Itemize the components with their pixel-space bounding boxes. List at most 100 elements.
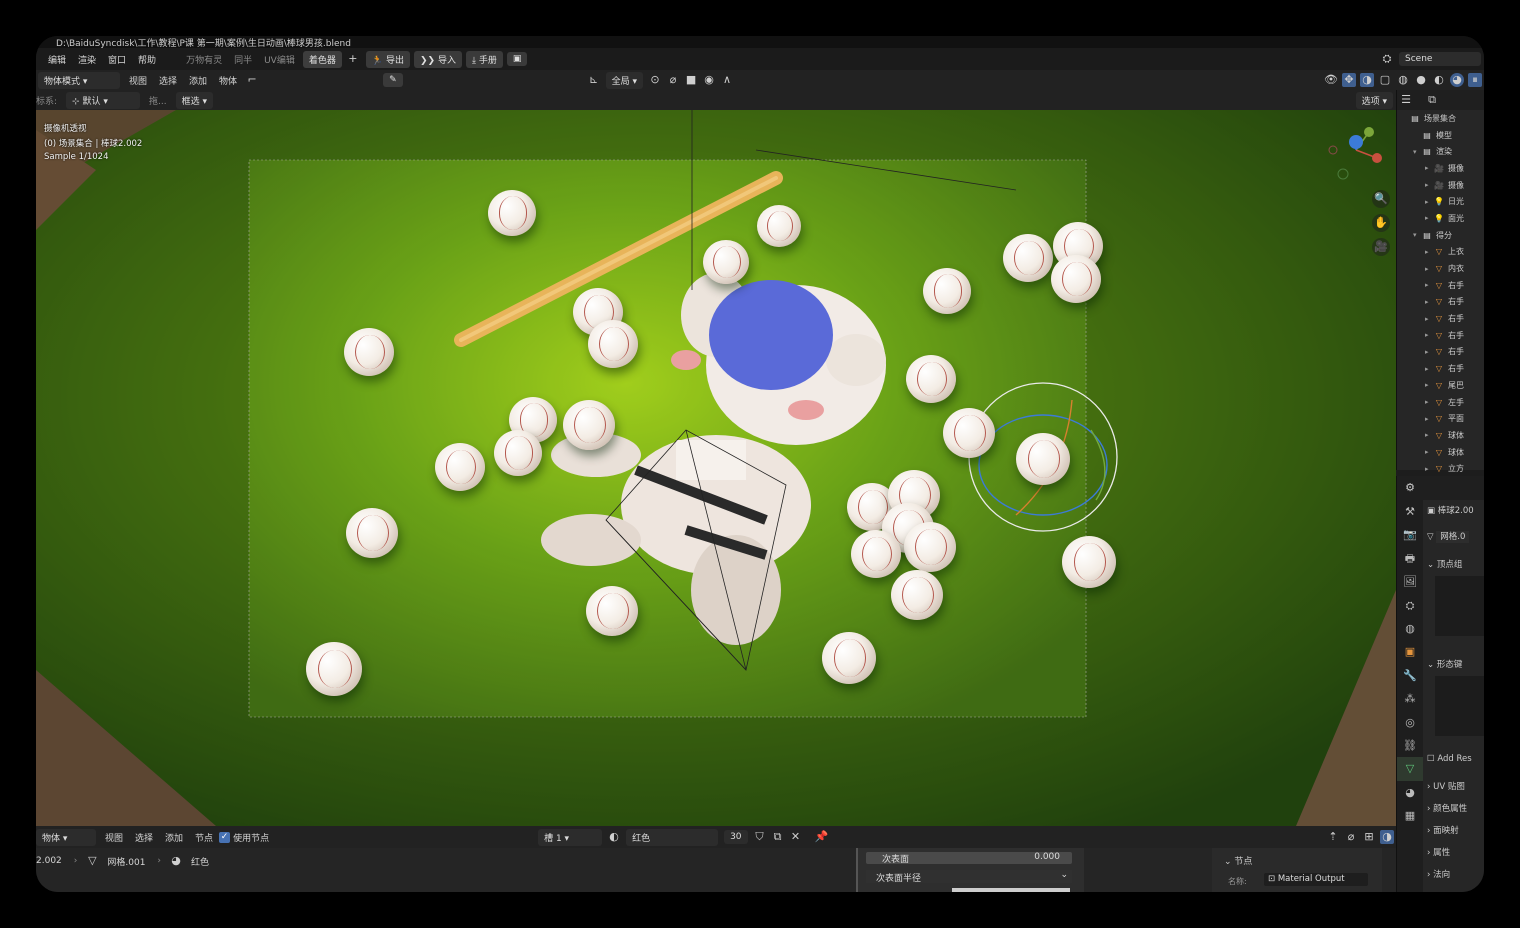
principled-node-panel[interactable]: 次表面 0.000 次表面半径 ⌄ <box>856 848 1084 892</box>
properties-editor-icon[interactable]: ⚙ <box>1403 481 1417 495</box>
overlay-icon[interactable]: ◑ <box>1360 73 1374 87</box>
drag-dropdown[interactable]: 框选 ▾ <box>175 91 214 109</box>
outliner-item[interactable]: ▸▽ 立方 <box>1397 460 1484 477</box>
shader-node-editor[interactable]: 物体 ▾ 视图 选择 添加 节点 ✓ 使用节点 槽 1 ▾ ◐ 红色 30 ⛉ … <box>36 826 1396 892</box>
outliner-item[interactable]: ▸ 🎥 摄像 <box>1397 177 1484 194</box>
mode-dropdown[interactable]: 物体模式 ▾ <box>38 71 120 89</box>
eyedropper-icon[interactable]: ✎ <box>383 73 403 87</box>
proportional-edit-icon[interactable]: ◉ <box>702 73 716 87</box>
manual-button[interactable]: ⤓ 手册 <box>465 50 503 68</box>
workspace-tab-2[interactable]: UV编辑 <box>258 53 301 66</box>
uv-maps-section[interactable]: › UV 贴图 <box>1427 780 1484 792</box>
node-sidebar[interactable]: ⌄ 节点 名称: ⊡ Material Output <box>1212 848 1382 892</box>
collapse-arrow-icon[interactable]: ▸ <box>1425 281 1433 289</box>
menu-window[interactable]: 窗口 <box>102 53 132 66</box>
outliner-item[interactable]: ▸ ▽ 球体 <box>1397 444 1484 461</box>
collapse-arrow-icon[interactable]: ▸ <box>1425 315 1433 323</box>
fake-user-shield-icon[interactable]: ⛉ <box>753 830 767 844</box>
coord-dropdown[interactable]: ⊹ 默认 ▾ <box>66 91 141 109</box>
outliner-item[interactable]: ▸ ▽ 左手 <box>1397 394 1484 411</box>
particles-tab-icon[interactable]: ⁂ <box>1397 687 1423 710</box>
node-overlay-icon[interactable]: ◑ <box>1380 830 1394 844</box>
slot-dropdown[interactable]: 槽 1 ▾ <box>538 828 603 846</box>
unlink-close-icon[interactable]: ✕ <box>789 830 803 844</box>
collapse-arrow-icon[interactable]: ▸ <box>1425 164 1433 172</box>
display-mode-icon[interactable]: ⧉ <box>1425 93 1439 107</box>
breadcrumb-material[interactable]: 红色 <box>185 855 215 868</box>
hand-icon[interactable]: ✋ <box>1372 214 1390 232</box>
gizmo-icon[interactable]: ✥ <box>1342 73 1356 87</box>
menu-help[interactable]: 帮助 <box>132 53 162 66</box>
collapse-arrow-icon[interactable]: ▸ <box>1425 465 1433 473</box>
outliner-item[interactable]: ▸ 🎥 摄像 <box>1397 160 1484 177</box>
outliner-item[interactable]: ▾ ▤ 渲染 <box>1397 143 1484 160</box>
outliner-item[interactable]: ▾ ▤ 得分 <box>1397 227 1484 244</box>
export-button[interactable]: 🏃 导出 <box>365 50 410 68</box>
menu-view[interactable]: 视图 <box>123 74 153 87</box>
wireframe-shading-icon[interactable]: ◍ <box>1396 73 1410 87</box>
collapse-arrow-icon[interactable]: ▸ <box>1425 265 1433 273</box>
use-nodes-checkbox[interactable]: ✓ <box>219 831 231 843</box>
subsurface-color-swatch[interactable] <box>952 888 1070 892</box>
xray-icon[interactable]: ▢ <box>1378 73 1392 87</box>
data-tab-icon[interactable]: ▽ <box>1397 757 1423 781</box>
vertex-groups-list[interactable] <box>1435 576 1484 636</box>
material-tab-icon[interactable]: ◕ <box>1397 781 1423 804</box>
outliner-item[interactable]: ▸ 💡 面光 <box>1397 210 1484 227</box>
shape-keys-section[interactable]: ⌄ 形态键 <box>1427 658 1484 670</box>
duplicate-icon[interactable]: ⧉ <box>771 830 785 844</box>
navigation-gizmo[interactable] <box>1321 120 1391 190</box>
node-mode-dropdown[interactable]: 物体 ▾ <box>36 828 96 846</box>
scene-selector-icon[interactable]: ⛭ <box>1380 52 1394 66</box>
menu-select[interactable]: 选择 <box>153 74 183 87</box>
world-tab-icon[interactable]: ◍ <box>1397 617 1423 640</box>
outliner-item[interactable]: ▸ 💡 日光 <box>1397 193 1484 210</box>
vertex-groups-section[interactable]: ⌄ 顶点组 <box>1427 558 1484 570</box>
import-button[interactable]: ❯❯ 导入 <box>413 50 462 68</box>
node-menu-select[interactable]: 选择 <box>129 831 159 844</box>
color-attributes-section[interactable]: › 颜色属性 <box>1427 802 1484 814</box>
outliner-item[interactable]: ▸ ▽ 右手 <box>1397 277 1484 294</box>
plus-icon[interactable]: + <box>346 52 360 66</box>
outliner-item[interactable]: ▸ ▽ 右手 <box>1397 310 1484 327</box>
tool-tab-icon[interactable]: ⚒ <box>1397 500 1423 523</box>
outliner-item[interactable]: ▸ ▽ 平面 <box>1397 410 1484 427</box>
subsurface-radius-dropdown[interactable]: 次表面半径 ⌄ <box>866 870 1072 884</box>
node-name-field[interactable]: ⊡ Material Output <box>1264 873 1368 886</box>
collapse-arrow-icon[interactable]: ▸ <box>1425 348 1433 356</box>
camera-view-icon[interactable]: 🎥 <box>1372 238 1390 256</box>
node-menu-view[interactable]: 视图 <box>99 831 129 844</box>
material-name-field[interactable]: 红色 <box>626 828 719 846</box>
outliner[interactable]: ☰ ⧉ ▤ 场景集合 ▤ 模型 ▾ ▤ 渲染 ▸ 🎥 摄像 ▸ 🎥 摄像 ▸ 💡 日光 ▸ 💡 面光 ▾ ▤ 得分 ▸ ▽ 上衣… <box>1396 90 1484 490</box>
collapse-arrow-icon[interactable]: ▸ <box>1425 398 1433 406</box>
material-shading-icon[interactable]: ◐ <box>1432 73 1446 87</box>
menu-object[interactable]: 物体 <box>213 74 243 87</box>
visibility-icon[interactable]: 👁 <box>1324 73 1338 87</box>
image-icon[interactable]: ▣ <box>506 52 528 66</box>
3d-viewport[interactable]: 摄像机透视 (0) 场景集合 | 棒球2.002 Sample 1/1024 🔍… <box>36 110 1396 826</box>
render-tab-icon[interactable]: 📷 <box>1397 523 1423 546</box>
snap-toggle-icon[interactable]: ⌀ <box>666 73 680 87</box>
collapse-arrow-icon[interactable]: ▸ <box>1425 381 1433 389</box>
scene-tab-icon[interactable]: ⛭ <box>1397 594 1423 617</box>
breadcrumb-object[interactable]: 2.002 <box>36 856 68 866</box>
editor-type-icon[interactable]: ☰ <box>1399 93 1413 107</box>
texture-tab-icon[interactable]: ▦ <box>1397 804 1423 827</box>
outliner-item[interactable]: ▸ ▽ 球体 <box>1397 427 1484 444</box>
collapse-arrow-icon[interactable]: ▸ <box>1425 198 1433 206</box>
solid-shading-icon[interactable]: ● <box>1414 73 1428 87</box>
collapse-arrow-icon[interactable]: ▸ <box>1425 248 1433 256</box>
parent-node-icon[interactable]: ⇡ <box>1326 830 1340 844</box>
output-tab-icon[interactable]: 🖶 <box>1397 547 1423 570</box>
modifier-tab-icon[interactable]: 🔧 <box>1397 664 1423 687</box>
properties-editor[interactable]: ⚙ ⚒ 📷 🖶 🖼 ⛭ ◍ ▣ 🔧 ⁂ ◎ ⛓ ▽ ◕ ▦ ▣ 棒球2.00 ▽… <box>1396 476 1484 892</box>
transform-space-dropdown[interactable]: 全局 ▾ <box>605 71 644 89</box>
collapse-arrow-icon[interactable]: ▸ <box>1425 214 1433 222</box>
view-layer-tab-icon[interactable]: 🖼 <box>1397 570 1423 593</box>
zoom-icon[interactable]: 🔍 <box>1372 190 1390 208</box>
mesh-name-row[interactable]: ▽ 网格.0 <box>1427 530 1484 543</box>
add-rest-position-row[interactable]: ☐ Add Res <box>1427 754 1484 764</box>
object-tab-icon[interactable]: ▣ <box>1397 640 1423 663</box>
outliner-item[interactable]: ▸ ▽ 内衣 <box>1397 260 1484 277</box>
rendered-shading-icon[interactable]: ◕ <box>1450 73 1464 87</box>
